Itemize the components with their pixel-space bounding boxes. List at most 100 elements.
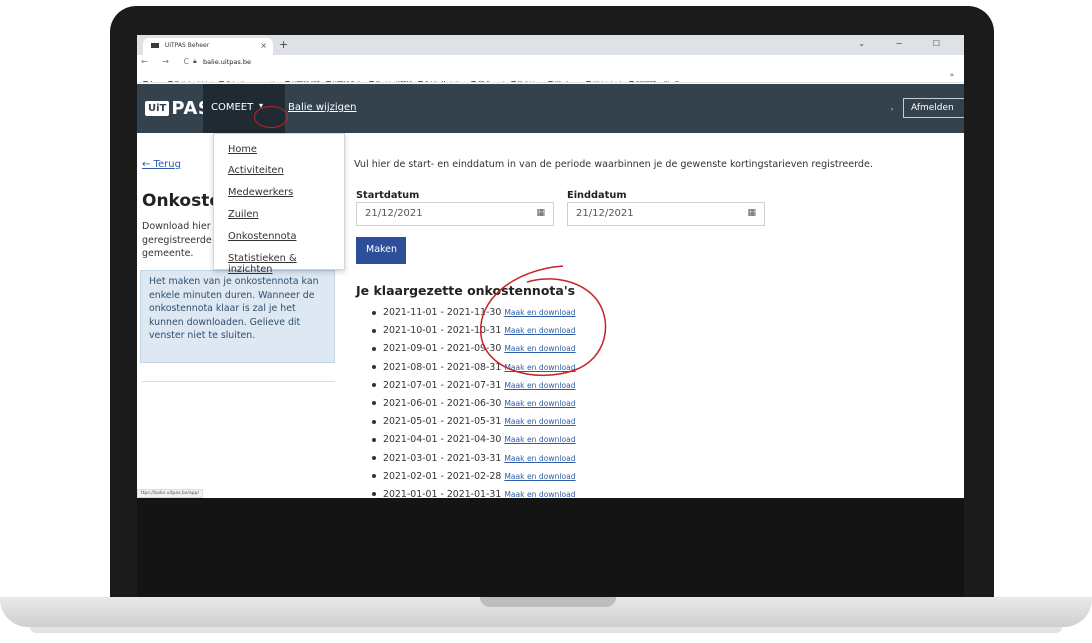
list-item: 2021-05-01 - 2021-05-31 Maak en download bbox=[372, 416, 576, 434]
calendar-icon[interactable]: ▦ bbox=[747, 208, 756, 218]
window-controls[interactable]: ⌄ − ☐ bbox=[858, 39, 954, 48]
end-date-label: Einddatum bbox=[567, 190, 627, 201]
counter-dropdown-menu: Home Activiteiten Medewerkers Zuilen Onkoste… bbox=[213, 133, 345, 275]
bullet-icon bbox=[372, 492, 376, 497]
bookmark-label: Wireframe bbox=[555, 82, 580, 83]
bookmark-icon bbox=[471, 81, 477, 82]
bookmark-item[interactable]: FB-Comeet bbox=[471, 79, 505, 83]
address-bar: ← → C 🔒︎ balie.uitpas.be bbox=[137, 55, 964, 70]
list-item: 2021-03-01 - 2021-03-31 Maak en download bbox=[372, 453, 576, 471]
bookmarks-bar: Apps Plattelandsloket Gebruikersaccount |.… bbox=[137, 70, 964, 83]
annotation-circle-downloads bbox=[480, 265, 607, 377]
bookmark-item[interactable]: Mailchimp bbox=[510, 79, 542, 82]
bookmark-item[interactable]: UiTPAS KSB bbox=[285, 79, 320, 83]
bookmark-label: Apps bbox=[150, 82, 162, 83]
counter-menu-toggle[interactable]: COMEET bbox=[211, 102, 253, 113]
bookmark-item[interactable]: Plattelandsloket bbox=[167, 79, 213, 83]
end-date-value: 21/12/2021 bbox=[576, 208, 634, 219]
download-link[interactable]: Maak en download bbox=[504, 454, 575, 463]
start-date-label: Startdatum bbox=[356, 190, 420, 201]
browser-tab[interactable]: UiTPAS Beheer × bbox=[143, 38, 273, 55]
switch-counter-link[interactable]: Balie wijzigen bbox=[288, 102, 356, 113]
menu-item-onkostennota[interactable]: Onkostennota bbox=[228, 231, 296, 242]
start-date-value: 21/12/2021 bbox=[365, 208, 423, 219]
bullet-icon bbox=[372, 383, 376, 388]
bookmark-icon bbox=[586, 81, 592, 82]
download-link[interactable]: Maak en download bbox=[504, 417, 575, 426]
download-link[interactable]: Maak en download bbox=[504, 490, 575, 498]
bookmark-icon bbox=[628, 81, 634, 82]
close-tab-icon[interactable]: × bbox=[260, 41, 267, 50]
bookmark-label: UiTPAS KSB bbox=[292, 82, 320, 83]
bookmark-item[interactable]: UiTPAS Balie bbox=[325, 79, 363, 83]
bullet-icon bbox=[372, 456, 376, 460]
bookmark-icon bbox=[369, 81, 375, 82]
period-text: 2021-06-01 - 2021-06-30 bbox=[383, 397, 502, 409]
logout-button[interactable]: Afmelden bbox=[903, 98, 964, 118]
bookmark-icon bbox=[167, 81, 173, 82]
bookmark-icon bbox=[510, 81, 516, 82]
laptop-screen-lower bbox=[137, 498, 964, 598]
lock-icon: 🔒︎ bbox=[193, 57, 197, 65]
info-box: Het maken van je onkostennota kan enkele… bbox=[140, 270, 335, 363]
uitpas-logo[interactable]: UiT PAS bbox=[145, 98, 211, 119]
menu-item-medewerkers[interactable]: Medewerkers bbox=[228, 187, 293, 198]
bullet-icon bbox=[372, 346, 376, 351]
navigation-icons[interactable]: ← → C bbox=[141, 57, 195, 66]
bullet-icon bbox=[372, 365, 376, 370]
nav-separator: › bbox=[891, 106, 894, 113]
bookmark-item[interactable]: Apps bbox=[143, 79, 162, 83]
bookmark-label: Plattelandsloket bbox=[175, 82, 213, 83]
annotation-circle-caret bbox=[254, 106, 288, 128]
calendar-icon[interactable]: ▦ bbox=[536, 208, 545, 218]
bookmark-item[interactable]: Gebruikersaccount |... bbox=[219, 79, 279, 83]
download-link[interactable]: Maak en download bbox=[504, 472, 575, 481]
logo-uit: UiT bbox=[145, 100, 170, 116]
bookmark-label: Start to UiTPAS bbox=[376, 82, 412, 83]
bookmark-label: FB-Comeet bbox=[478, 82, 505, 83]
period-text: 2021-05-01 - 2021-05-31 bbox=[383, 416, 502, 428]
bookmark-item[interactable]: Uitdatabank bbox=[586, 79, 622, 83]
bullet-icon bbox=[372, 474, 376, 479]
menu-item-activiteiten[interactable]: Activiteiten bbox=[228, 165, 284, 176]
tab-title: UiTPAS Beheer bbox=[164, 42, 210, 49]
bookmark-item[interactable]: Start to UiTPAS bbox=[369, 79, 412, 83]
download-link[interactable]: Maak en download bbox=[504, 399, 575, 408]
bookmark-label: Gebruikersaccount |... bbox=[226, 82, 279, 83]
sidebar-divider bbox=[142, 381, 335, 382]
new-tab-button[interactable]: + bbox=[279, 38, 288, 51]
bullet-icon bbox=[372, 437, 376, 442]
end-date-input[interactable]: 21/12/2021 ▦ bbox=[567, 202, 765, 226]
instruction-text: Vul hier de start- en einddatum in van d… bbox=[354, 159, 873, 170]
uitpas-favicon-icon bbox=[151, 43, 159, 48]
bookmarks-more-icon[interactable]: » bbox=[950, 71, 954, 79]
bookmark-label: Uitdatabank bbox=[593, 82, 622, 83]
menu-item-statistieken[interactable]: Statistieken & inzichten bbox=[228, 253, 344, 275]
make-button[interactable]: Maken bbox=[356, 237, 406, 264]
intro-text: Download hier geregistreerde gemeente. bbox=[142, 221, 212, 259]
period-text: 2021-02-01 - 2021-02-28 bbox=[383, 470, 502, 482]
back-link[interactable]: ← Terug bbox=[142, 159, 181, 170]
laptop-notch bbox=[480, 597, 616, 607]
url-field[interactable]: balie.uitpas.be bbox=[203, 58, 251, 66]
menu-item-home[interactable]: Home bbox=[228, 144, 257, 155]
start-date-input[interactable]: 21/12/2021 ▦ bbox=[356, 202, 554, 226]
tab-bar: UiTPAS Beheer × + ⌄ − ☐ bbox=[137, 35, 964, 55]
bookmark-item[interactable]: Wireframe bbox=[548, 79, 580, 83]
bookmark-item[interactable]: Publiq Marketing bbox=[418, 79, 465, 82]
bookmark-icon bbox=[548, 81, 554, 82]
bookmark-label: COMEET — WordPr... bbox=[636, 82, 685, 83]
period-text: 2021-04-01 - 2021-04-30 bbox=[383, 434, 502, 446]
list-item: 2021-04-01 - 2021-04-30 Maak en download bbox=[372, 434, 576, 452]
download-link[interactable]: Maak en download bbox=[504, 435, 575, 444]
bookmark-item[interactable]: COMEET — WordPr... bbox=[628, 79, 685, 83]
laptop-shadow bbox=[30, 627, 1062, 633]
list-item: 2021-06-01 - 2021-06-30 Maak en download bbox=[372, 398, 576, 416]
list-item: 2021-02-01 - 2021-02-28 Maak en download bbox=[372, 471, 576, 489]
bullet-icon bbox=[372, 310, 376, 315]
browser-window: UiTPAS Beheer × + ⌄ − ☐ ← → C 🔒︎ balie.u… bbox=[137, 35, 964, 498]
menu-item-zuilen[interactable]: Zuilen bbox=[228, 209, 259, 220]
bookmark-label: UiTPAS Balie bbox=[333, 82, 363, 83]
list-item: 2021-01-01 - 2021-01-31 Maak en download bbox=[372, 489, 576, 498]
bookmark-icon bbox=[325, 81, 331, 82]
